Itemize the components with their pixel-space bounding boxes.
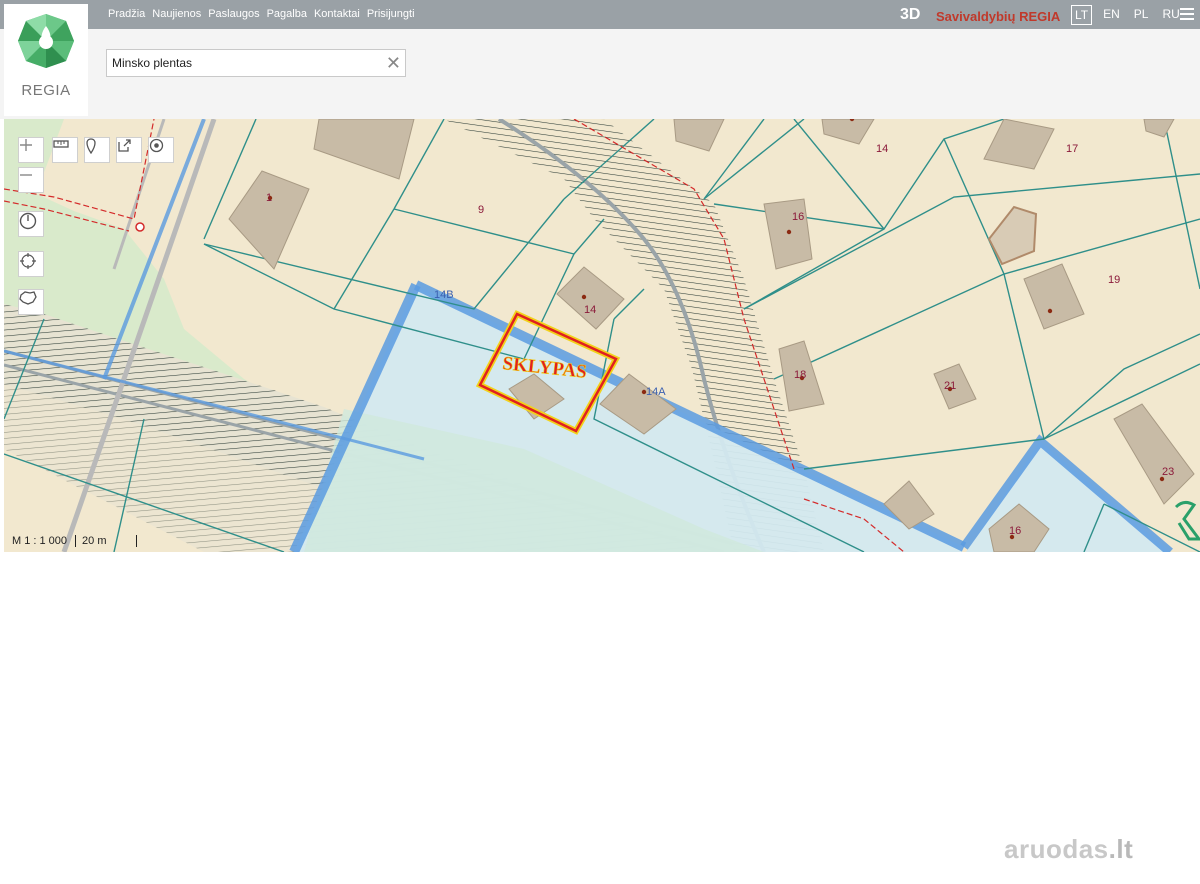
plot-label-18: 18 — [794, 369, 806, 381]
target-icon — [149, 138, 164, 153]
gps-button[interactable] — [18, 251, 44, 277]
plot-label-14-west: 14 — [584, 304, 596, 316]
plot-label-23: 23 — [1162, 466, 1174, 478]
crosshair-icon — [20, 253, 36, 269]
locate-button[interactable] — [148, 137, 174, 163]
nav-item-prisijungti[interactable]: Prisijungti — [367, 8, 415, 20]
plot-label-14-east: 14 — [876, 143, 888, 155]
plot-label-1: 1 — [266, 192, 272, 204]
nav-item-paslaugos[interactable]: Paslaugos — [208, 8, 259, 20]
history-button[interactable] — [18, 211, 44, 237]
share-button[interactable] — [116, 137, 142, 163]
share-icon — [118, 139, 131, 152]
zoom-out-button[interactable] — [18, 167, 44, 193]
nav-item-kontaktai[interactable]: Kontaktai — [314, 8, 360, 20]
plot-label-14a: 14A — [646, 386, 666, 398]
map-canvas[interactable]: SKLYPAS 1 9 14 14B 14A 14 16 17 19 18 21… — [4, 119, 1200, 552]
measure-button[interactable] — [52, 137, 78, 163]
minus-icon — [20, 174, 32, 176]
nav-item-naujienos[interactable]: Naujienos — [152, 8, 201, 20]
plot-label-16-south: 16 — [1009, 525, 1021, 537]
map-scale: M 1 : 1 000 20 m — [12, 535, 138, 547]
ruler-icon — [53, 140, 69, 148]
search-input[interactable] — [107, 50, 382, 76]
watermark-text: aruodas — [1004, 834, 1109, 864]
map-view[interactable]: SKLYPAS 1 9 14 14B 14A 14 16 17 19 18 21… — [4, 119, 1200, 552]
plot-label-21: 21 — [944, 380, 956, 392]
map-pin-icon — [86, 138, 96, 154]
lang-lt[interactable]: LT — [1071, 5, 1093, 25]
lang-en[interactable]: EN — [1100, 5, 1123, 25]
brand-title: Savivaldybių REGIA — [936, 9, 1061, 24]
clear-search-icon[interactable]: ✕ — [386, 53, 401, 73]
plot-label-19: 19 — [1108, 274, 1120, 286]
main-nav: Pradžia Naujienos Paslaugos Pagalba Kont… — [108, 8, 415, 20]
plot-label-14b: 14B — [434, 289, 454, 301]
nav-item-pradzia[interactable]: Pradžia — [108, 8, 145, 20]
utility-node — [135, 222, 145, 232]
zoom-in-button[interactable] — [18, 137, 44, 163]
watermark-suffix: .lt — [1108, 834, 1134, 864]
marker-button[interactable] — [84, 137, 110, 163]
country-outline-icon — [19, 291, 37, 305]
aruodas-watermark: aruodas.lt — [1004, 834, 1133, 865]
region-button[interactable] — [18, 289, 44, 315]
plot-label-9: 9 — [478, 204, 484, 216]
scale-ratio: M 1 : 1 000 — [12, 535, 77, 547]
3d-button[interactable]: 3D — [900, 6, 920, 24]
plot-label-16: 16 — [792, 211, 804, 223]
lang-pl[interactable]: PL — [1131, 5, 1152, 25]
plot-label-17: 17 — [1066, 143, 1078, 155]
clock-icon — [19, 212, 37, 230]
regia-logo-icon — [18, 14, 74, 68]
top-bar: Pradžia Naujienos Paslaugos Pagalba Kont… — [0, 0, 1200, 29]
search-box: ✕ — [106, 49, 406, 77]
regia-logo[interactable]: REGIA — [4, 4, 88, 116]
nav-item-pagalba[interactable]: Pagalba — [267, 8, 307, 20]
menu-icon[interactable] — [1180, 8, 1194, 20]
scale-distance: 20 m — [76, 535, 138, 547]
plus-icon — [20, 139, 32, 151]
language-switcher: LT EN PL RU — [1071, 5, 1183, 25]
logo-text: REGIA — [21, 82, 71, 99]
